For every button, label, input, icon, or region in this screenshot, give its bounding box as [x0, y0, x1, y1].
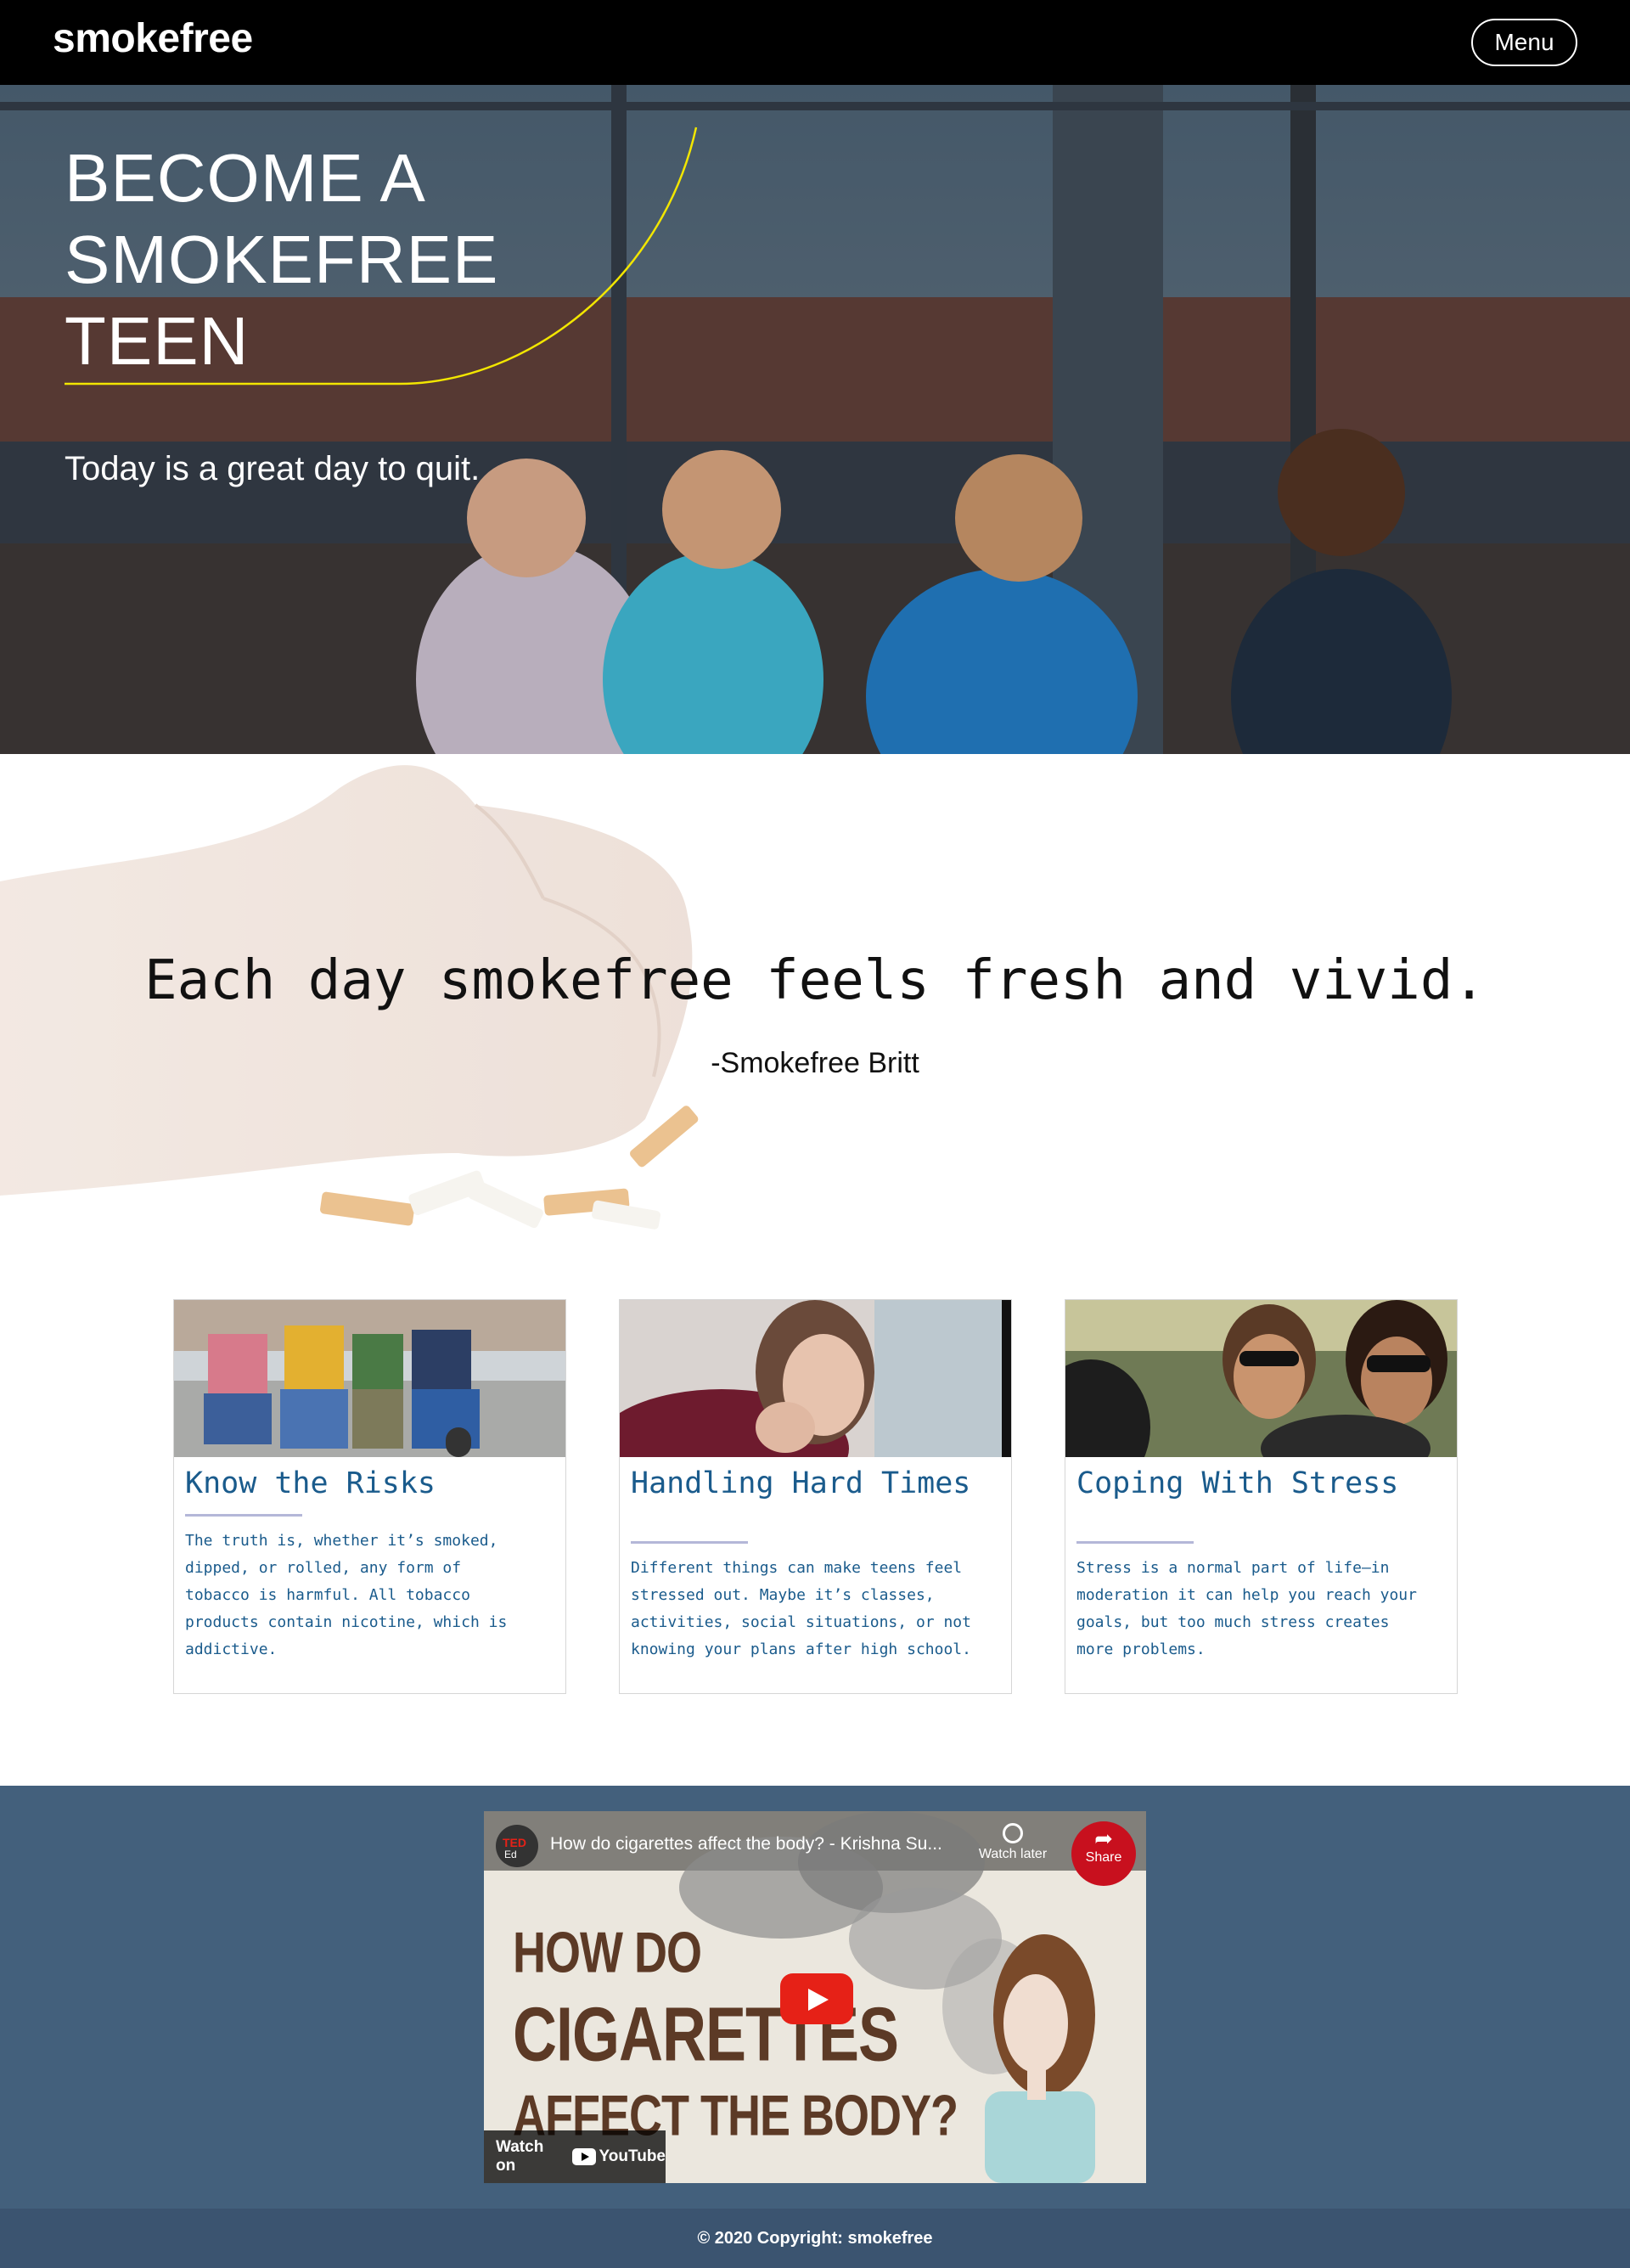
- card-title: Know the Risks: [185, 1466, 436, 1500]
- card-description: Different things can make teens feel str…: [631, 1555, 1004, 1663]
- quote-section: Each day smokefree feels fresh and vivid…: [0, 754, 1630, 1282]
- card-text-line: tobacco is harmful. All tobacco: [185, 1586, 470, 1604]
- fist-crushing-cigarettes-image: [0, 754, 849, 1282]
- watch-on-youtube-link[interactable]: Watch on YouTube: [484, 2130, 666, 2183]
- share-arrow-icon: ➦: [1094, 1826, 1113, 1851]
- watch-later-label: Watch later: [978, 1847, 1048, 1861]
- card-title: Handling Hard Times: [631, 1466, 971, 1500]
- card-text-line: goals, but too much stress creates: [1076, 1613, 1390, 1631]
- footer-copyright: © 2020 Copyright: smokefree: [697, 2228, 933, 2248]
- card-description: The truth is, whether it’s smoked, dippe…: [185, 1528, 559, 1663]
- youtube-wordmark: YouTube: [599, 2147, 666, 2165]
- watch-later-button[interactable]: Watch later: [975, 1823, 1051, 1874]
- share-label: Share: [1085, 1850, 1122, 1865]
- card-text-line: The truth is, whether it’s smoked,: [185, 1532, 498, 1550]
- top-navbar: smokefree Menu: [0, 0, 1630, 85]
- card-text-line: stressed out. Maybe it’s classes,: [631, 1586, 935, 1604]
- card-image-teens-on-bench: [174, 1300, 565, 1457]
- card-text-line: knowing your plans after high school.: [631, 1641, 971, 1658]
- hero-title-line-3: TEEN: [65, 303, 250, 379]
- clock-icon: [1003, 1823, 1023, 1843]
- card-description: Stress is a normal part of life—in moder…: [1076, 1555, 1450, 1663]
- thumbnail-heading-line-1: HOW DO: [513, 1921, 702, 1985]
- youtube-video-embed[interactable]: TED Ed How do cigarettes affect the body…: [484, 1811, 1146, 2183]
- menu-button[interactable]: Menu: [1471, 19, 1577, 66]
- play-button[interactable]: [780, 1973, 853, 2024]
- card-divider: [185, 1514, 302, 1517]
- youtube-logo: YouTube: [571, 2147, 666, 2166]
- hero-title-line-1: BECOME A: [65, 140, 426, 216]
- hero-subtitle: Today is a great day to quit.: [65, 450, 481, 487]
- card-text-line: Different things can make teens feel: [631, 1559, 963, 1577]
- card-text-line: addictive.: [185, 1641, 278, 1658]
- card-divider: [1076, 1541, 1194, 1544]
- card-text-line: activities, social situations, or not: [631, 1613, 971, 1631]
- card-text-line: more problems.: [1076, 1641, 1206, 1658]
- hero-title-line-2: SMOKEFREE: [65, 222, 499, 297]
- footer: © 2020 Copyright: smokefree: [0, 2209, 1630, 2268]
- card-text-line: products contain nicotine, which is: [185, 1613, 508, 1631]
- hero-title: BECOME A SMOKEFREE TEEN: [65, 138, 591, 382]
- card-text-line: dipped, or rolled, any form of: [185, 1559, 462, 1577]
- channel-avatar[interactable]: TED Ed: [496, 1825, 538, 1867]
- youtube-play-icon: [571, 2148, 596, 2165]
- card-text-line: moderation it can help you reach your: [1076, 1586, 1417, 1604]
- watch-on-label: Watch on: [496, 2138, 544, 2175]
- card-divider: [631, 1541, 748, 1544]
- hero-banner: BECOME A SMOKEFREE TEEN Today is a great…: [0, 85, 1630, 754]
- card-image-thoughtful-teen: [620, 1300, 1011, 1457]
- video-title[interactable]: How do cigarettes affect the body? - Kri…: [550, 1834, 942, 1854]
- video-section: TED Ed How do cigarettes affect the body…: [0, 1786, 1630, 2209]
- card-title: Coping With Stress: [1076, 1466, 1399, 1500]
- card-coping-with-stress[interactable]: Coping With Stress Stress is a normal pa…: [1065, 1299, 1458, 1694]
- card-handling-hard-times[interactable]: Handling Hard Times Different things can…: [619, 1299, 1012, 1694]
- share-button[interactable]: ➦ Share: [1071, 1821, 1136, 1886]
- channel-badge-bottom: Ed: [504, 1849, 517, 1860]
- card-know-the-risks[interactable]: Know the Risks The truth is, whether it’…: [173, 1299, 566, 1694]
- channel-badge-top: TED: [503, 1836, 526, 1849]
- card-text-line: Stress is a normal part of life—in: [1076, 1559, 1390, 1577]
- card-image-friends-in-car: [1065, 1300, 1457, 1457]
- brand-logo[interactable]: smokefree: [53, 15, 253, 62]
- quote-author: -Smokefree Britt: [711, 1047, 919, 1079]
- quote-text: Each day smokefree feels fresh and vivid…: [144, 949, 1486, 1012]
